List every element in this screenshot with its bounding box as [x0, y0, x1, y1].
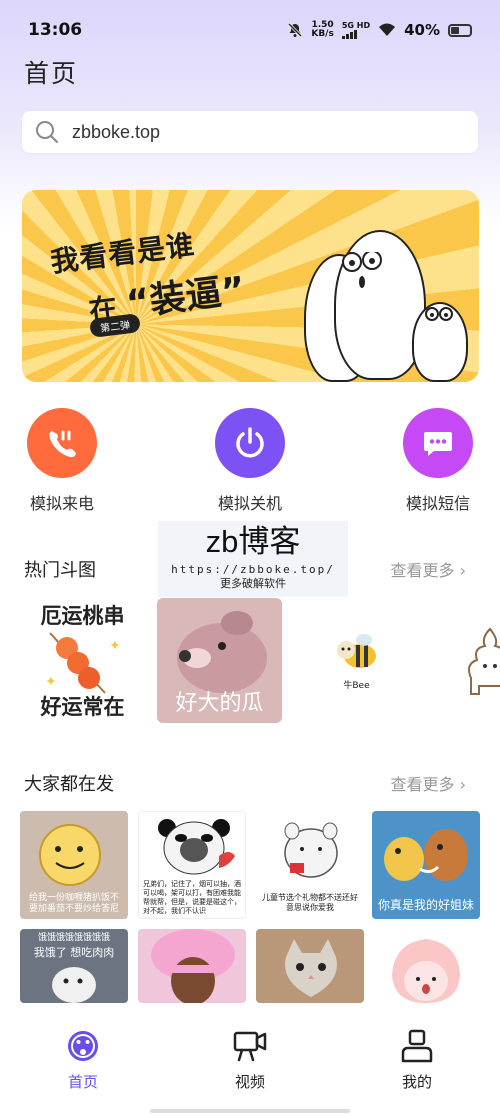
dog-photo-icon: [52, 967, 96, 1003]
fake-call-button[interactable]: 模拟来电: [2, 408, 122, 514]
sticker-card[interactable]: 饿饿饿饿饿饿饿饿 我饿了 想吃肉肉: [20, 929, 128, 1003]
sticker-card[interactable]: 给我一份咖喱猪扒饭不要加番茄不要炒给答尼: [20, 811, 128, 919]
sticker-text: 好运常在: [40, 695, 125, 719]
sticker-caption: 儿童节选个礼物都不送还好意思说你爱我: [262, 893, 358, 912]
action-label: 模拟短信: [405, 494, 470, 513]
svg-text:✦: ✦: [45, 674, 57, 690]
popular-section-title: 大家都在发: [24, 774, 114, 795]
quick-actions: 模拟来电 模拟关机 模拟短信: [0, 408, 500, 518]
panda-meme-icon: [158, 819, 235, 875]
watermark-url: https://zbboke.top/: [171, 563, 335, 576]
fake-shutdown-button[interactable]: 模拟关机: [190, 408, 310, 514]
cartoon-cat-mouse-icon: [384, 829, 468, 881]
user-icon: [401, 1029, 433, 1063]
sticker-card[interactable]: [372, 929, 480, 1003]
bottom-tab-bar: 首页 视频 我的: [0, 1003, 500, 1115]
tab-label: 首页: [67, 1073, 98, 1091]
tab-video[interactable]: 视频: [210, 1029, 290, 1092]
tab-label: 视频: [234, 1073, 265, 1091]
video-camera-icon: [233, 1031, 267, 1062]
tab-home[interactable]: 首页: [43, 1029, 123, 1092]
status-bar: 13:06 1.50 KB/s 5G HD 40%: [28, 18, 472, 42]
hot-see-more-link[interactable]: 查看更多 ›: [391, 557, 467, 581]
tab-label: 我的: [401, 1073, 432, 1091]
sticker-text: 牛Bee: [343, 681, 370, 691]
page-title: 首页: [24, 59, 79, 88]
pink-wig-man-icon: [151, 929, 235, 1003]
hot-section-title: 热门斗图: [24, 560, 96, 581]
sticker-card[interactable]: 好大的瓜: [157, 598, 282, 723]
network-speed: 1.50 KB/s: [311, 20, 334, 39]
home-indicator[interactable]: [150, 1109, 350, 1113]
svg-text:✦: ✦: [109, 638, 121, 654]
sticker-card[interactable]: [431, 598, 500, 723]
action-circle: [215, 408, 285, 478]
battery-icon: [448, 23, 472, 37]
message-icon: [424, 432, 452, 456]
kitten-icon: [285, 939, 337, 997]
fake-sms-button[interactable]: 模拟短信: [378, 408, 498, 514]
sticker-card[interactable]: 牛Bee: [294, 598, 419, 723]
search-icon: [36, 121, 58, 143]
sticker-card[interactable]: [256, 929, 364, 1003]
sticker-caption: 给我一份咖喱猪扒饭不要加番茄不要炒给答尼: [28, 893, 119, 914]
cartoon-eyes: [342, 252, 453, 321]
signal-bars-icon: [341, 29, 357, 39]
sticker-caption: 我饿了 想吃肉肉: [33, 946, 115, 959]
action-circle: [27, 408, 97, 478]
hot-sticker-row: 厄运桃串 ✦ ✦ 好运常在 好大的瓜 牛Bee: [20, 598, 500, 723]
action-label: 模拟关机: [217, 494, 282, 513]
cartoon-poop-icon: [468, 627, 500, 695]
sticker-text: 厄运桃串: [40, 604, 125, 628]
smiley-face-icon: [39, 824, 101, 886]
cell-signal: 5G HD: [341, 21, 370, 39]
sticker-caption: 兄弟们，记住了，烟可以抽，酒可以喝，架可以打，有困难我能帮就帮，但是，说要是碰这…: [143, 880, 241, 915]
sticker-card[interactable]: 兄弟们，记住了，烟可以抽，酒可以喝，架可以打，有困难我能帮就帮，但是，说要是碰这…: [138, 811, 246, 919]
sticker-text: 好大的瓜: [175, 691, 264, 716]
popular-see-more-link[interactable]: 查看更多 ›: [391, 771, 467, 795]
peach-face-icon: [392, 939, 460, 1003]
sticker-caption: 你真是我的好姐妹: [377, 898, 474, 912]
wifi-icon: [379, 23, 396, 36]
battery-level: [451, 26, 459, 34]
sticker-caption: 饿饿饿饿饿饿饿饿: [37, 933, 110, 943]
tab-profile[interactable]: 我的: [377, 1029, 457, 1092]
mute-bell-icon: [288, 22, 303, 38]
bee-icon: [337, 634, 376, 668]
peach-skewer-icon: ✦✦: [45, 632, 121, 694]
phone-icon: [49, 430, 76, 458]
hamster-icon: [284, 822, 338, 878]
promo-banner[interactable]: 我看看是谁 在 “装逼” 第二弹: [22, 190, 479, 382]
power-icon: [236, 427, 264, 458]
watermark-title: zb博客: [205, 524, 301, 559]
search-input[interactable]: [72, 121, 432, 143]
status-time: 13:06: [28, 20, 83, 40]
sticker-card[interactable]: 你真是我的好姐妹: [372, 811, 480, 919]
home-smile-icon: [68, 1031, 98, 1061]
search-bar[interactable]: [22, 111, 478, 153]
watermark-subtitle: 更多破解软件: [220, 577, 286, 590]
battery-percent: 40%: [404, 21, 440, 39]
sticker-card[interactable]: [138, 929, 246, 1003]
sticker-card[interactable]: 厄运桃串 ✦ ✦ 好运常在: [20, 598, 145, 723]
sticker-card[interactable]: 儿童节选个礼物都不送还好意思说你爱我: [256, 811, 364, 919]
action-circle: [403, 408, 473, 478]
watermark-overlay: zb博客 https://zbboke.top/ 更多破解软件: [158, 521, 348, 597]
action-label: 模拟来电: [29, 494, 94, 513]
